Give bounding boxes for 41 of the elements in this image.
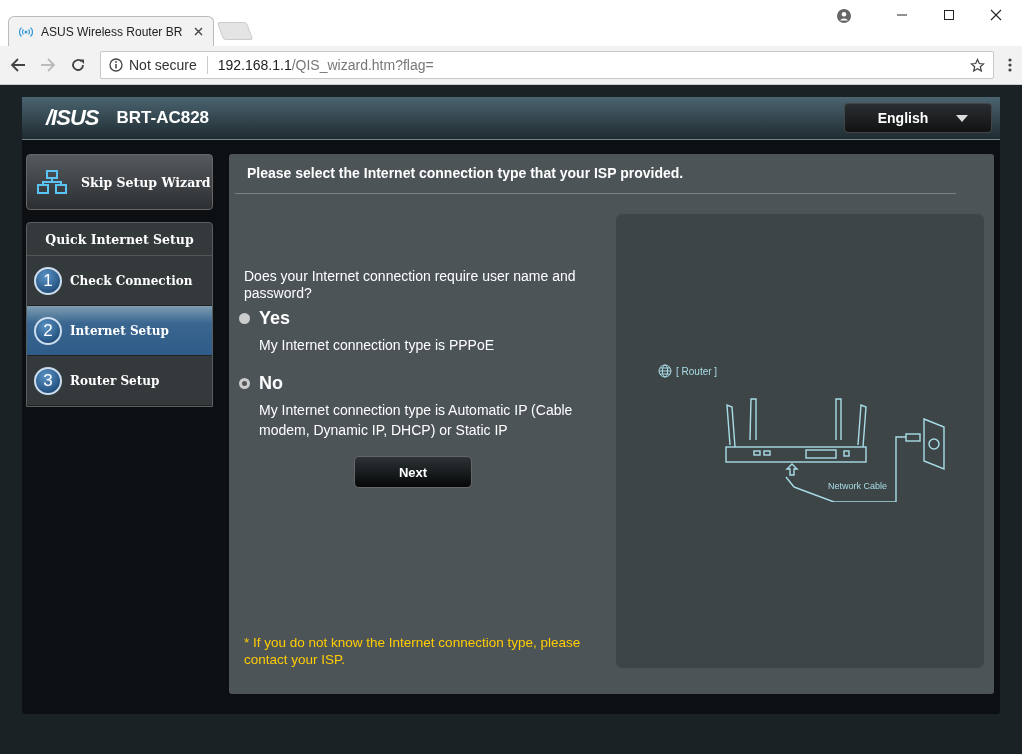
- next-button[interactable]: Next: [354, 456, 472, 488]
- tab-title: ASUS Wireless Router BR: [41, 24, 184, 39]
- radio-button[interactable]: [239, 378, 250, 389]
- url-path: /QIS_wizard.htm?flag=: [291, 57, 434, 73]
- url-host: 192.168.1.1: [217, 57, 292, 73]
- close-icon[interactable]: [990, 9, 1002, 21]
- wireless-signal-icon: [19, 25, 33, 38]
- step-number-badge: 2: [34, 316, 62, 345]
- language-dropdown[interactable]: English: [844, 103, 992, 133]
- step-menu-item[interactable]: 3 Router Setup: [27, 356, 212, 406]
- radio-option[interactable]: No: [239, 373, 592, 394]
- browser-tab[interactable]: ASUS Wireless Router BR: [8, 16, 214, 46]
- router-label: [ Router ]: [676, 365, 718, 377]
- option-description: My Internet connection type is Automatic IP (Cable modem, Dynamic IP, DHCP) or Static IP: [259, 401, 574, 440]
- info-icon: [109, 58, 123, 72]
- help-note: * If you do not know the Internet connection type, please contact your ISP.: [244, 634, 582, 668]
- close-icon[interactable]: [194, 27, 203, 36]
- step-number-badge: 1: [34, 266, 62, 295]
- caret-icon: [956, 114, 969, 122]
- cable-label: Network Cable: [828, 481, 888, 491]
- reload-icon[interactable]: [70, 57, 86, 73]
- question-text: Does your Internet connection require user name and password?: [244, 268, 577, 302]
- account-icon[interactable]: [837, 9, 851, 23]
- skip-wizard-button[interactable]: Skip Setup Wizard: [26, 154, 213, 210]
- star-icon[interactable]: [970, 57, 985, 73]
- menu-title: Quick Internet Setup: [27, 223, 212, 256]
- radio-button[interactable]: [239, 313, 250, 324]
- radio-option[interactable]: Yes: [239, 308, 592, 329]
- back-arrow-icon[interactable]: [10, 57, 26, 73]
- step-number-badge: 3: [34, 366, 62, 395]
- menu-icon[interactable]: [1008, 57, 1012, 73]
- address-field[interactable]: Not secure 192.168.1.1/QIS_wizard.htm?flag=: [100, 51, 994, 79]
- model-name: BRT-AC828: [116, 108, 210, 128]
- network-icon: [37, 170, 67, 194]
- security-label: Not secure: [129, 57, 197, 73]
- brand-logo: /ISUS: [46, 105, 99, 131]
- globe-icon: [658, 364, 672, 378]
- maximize-icon[interactable]: [943, 9, 955, 21]
- page-heading: Please select the Internet connection type that your ISP provided.: [235, 154, 956, 194]
- step-menu-item[interactable]: 2 Internet Setup: [27, 306, 212, 356]
- option-description: My Internet connection type is PPPoE: [259, 336, 495, 355]
